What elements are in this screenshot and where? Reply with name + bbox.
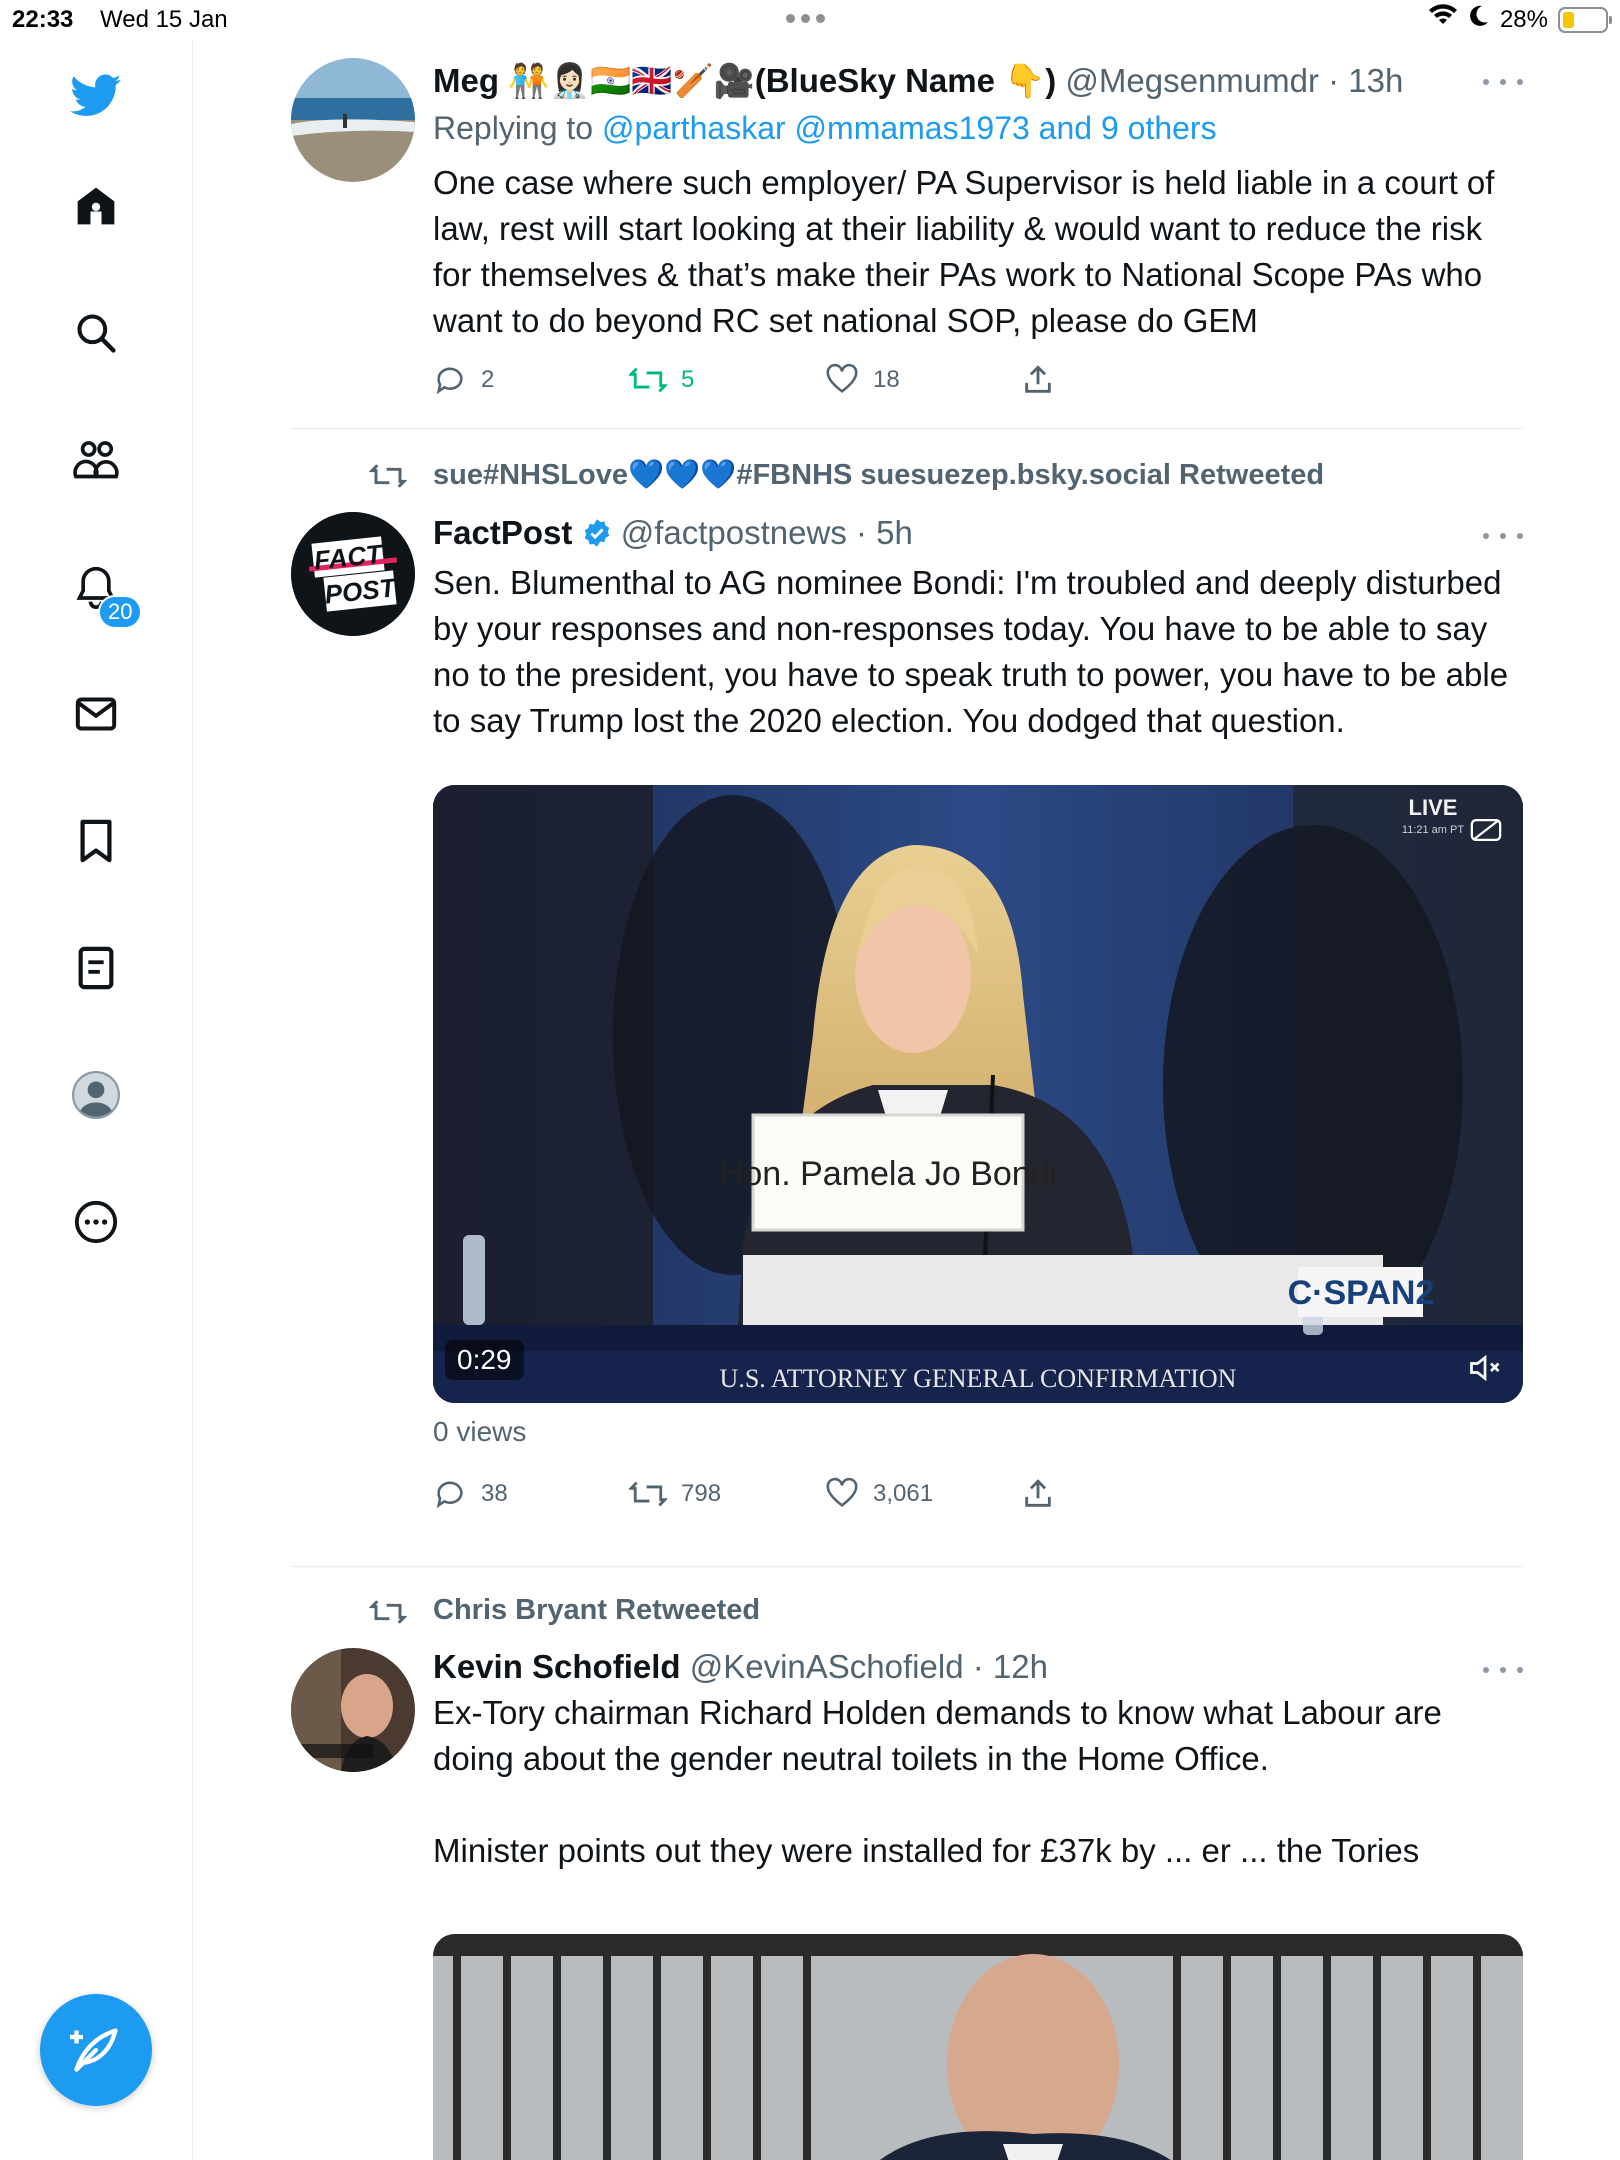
like-button[interactable]: 3,061	[825, 1477, 933, 1511]
live-time: 11:21 am PT	[1402, 824, 1464, 836]
tweet-text: One case where such employer/ PA Supervi…	[433, 164, 1504, 339]
communities-icon[interactable]	[66, 430, 126, 490]
tweet-time[interactable]: · 12h	[973, 1648, 1048, 1685]
tweet-actions: 2 5 18	[433, 360, 1523, 400]
tweet-time[interactable]: · 13h	[1328, 62, 1403, 99]
avatar-kevin-schofield[interactable]	[291, 1648, 415, 1772]
live-label: LIVE	[1409, 795, 1458, 820]
home-icon[interactable]	[66, 176, 126, 236]
tweet-factpost[interactable]: FACT POST FactPost @factpostnews · 5h Se…	[291, 510, 1523, 1570]
reply-count: 38	[481, 1480, 508, 1507]
retweeted-by-text: Chris Bryant Retweeted	[433, 1594, 761, 1626]
tweet-time[interactable]: · 5h	[856, 514, 913, 551]
tweet-more-icon[interactable]	[1483, 72, 1523, 92]
video-player[interactable]: Hon. Pamela Jo Bondi C·SPAN2 U.S. ATTORN…	[433, 785, 1523, 1403]
tweet-photo	[433, 1934, 1523, 2160]
tweet-meg[interactable]: Meg 🧑‍🤝‍🧑👩🏻‍⚕️🇮🇳🇬🇧🏏🎥(BlueSky Name 👇) @Me…	[291, 58, 1523, 428]
captions-icon[interactable]	[1469, 815, 1503, 845]
tweet-actions: 38 798 3,061	[433, 1474, 1523, 1514]
retweet-small-icon	[368, 1596, 408, 1636]
like-button[interactable]: 18	[825, 363, 900, 397]
bookmarks-icon[interactable]	[66, 811, 126, 871]
status-bar: 22:33 Wed 15 Jan 28%	[0, 0, 1620, 40]
tweet-text: Ex-Tory chairman Richard Holden demands …	[433, 1694, 1442, 1869]
video-duration: 0:29	[445, 1340, 524, 1380]
nameplate-text: Hon. Pamela Jo Bondi	[719, 1155, 1057, 1193]
view-count: 0 views	[433, 1416, 527, 1447]
twitter-logo-icon[interactable]	[66, 66, 126, 126]
tweet-header: FactPost @factpostnews · 5h	[433, 510, 1523, 560]
tweet-divider	[291, 1566, 1523, 1567]
tweet-text: Sen. Blumenthal to AG nominee Bondi: I'm…	[433, 564, 1518, 739]
moon-icon	[1468, 4, 1490, 35]
tweet-image[interactable]	[433, 1934, 1523, 2160]
chyron-text: U.S. ATTORNEY GENERAL CONFIRMATION	[720, 1364, 1237, 1393]
clock: 22:33	[12, 6, 74, 33]
tweet-header: Kevin Schofield @KevinASchofield · 12h	[433, 1644, 1523, 1690]
timeline[interactable]: Meg 🧑‍🤝‍🧑👩🏻‍⚕️🇮🇳🇬🇧🏏🎥(BlueSky Name 👇) @Me…	[193, 40, 1620, 2160]
share-button[interactable]	[1021, 363, 1055, 397]
avatar-meg[interactable]	[291, 58, 415, 182]
author-handle[interactable]: @factpostnews	[621, 514, 847, 551]
multitasking-dots[interactable]	[786, 14, 825, 23]
messages-envelope-icon[interactable]	[66, 684, 126, 744]
author-handle[interactable]: @KevinASchofield	[690, 1648, 964, 1685]
retweeted-by-line[interactable]: Chris Bryant Retweeted	[291, 1594, 1523, 1634]
tweet-more-icon[interactable]	[1483, 526, 1523, 546]
tweet-divider	[291, 428, 1523, 429]
retweet-small-icon	[368, 460, 408, 500]
battery-icon	[1558, 6, 1612, 33]
notification-count-badge: 20	[98, 595, 143, 629]
battery-percent: 28%	[1499, 5, 1548, 33]
tweet-header: Meg 🧑‍🤝‍🧑👩🏻‍⚕️🇮🇳🇬🇧🏏🎥(BlueSky Name 👇) @Me…	[433, 58, 1523, 104]
profile-avatar-icon[interactable]	[66, 1065, 126, 1125]
retweeted-by-text: sue#NHSLove💙💙💙#FBNHS suesuezep.bsky.soci…	[433, 459, 1325, 491]
video-frame: Hon. Pamela Jo Bondi C·SPAN2 U.S. ATTORN…	[433, 785, 1523, 1403]
like-count: 3,061	[873, 1480, 934, 1507]
reply-button[interactable]: 38	[433, 1477, 508, 1511]
author-handle[interactable]: @Megsenmumdr	[1065, 62, 1319, 99]
author-name[interactable]: Kevin Schofield	[433, 1648, 681, 1685]
verified-badge-icon	[582, 514, 612, 560]
sidebar: 20	[0, 40, 193, 2160]
retweeted-by-line[interactable]: sue#NHSLove💙💙💙#FBNHS suesuezep.bsky.soci…	[291, 458, 1523, 498]
like-count: 18	[873, 366, 900, 393]
reply-button[interactable]: 2	[433, 363, 494, 397]
retweet-button[interactable]: 798	[629, 1477, 721, 1511]
avatar-factpost[interactable]: FACT POST	[291, 512, 415, 636]
author-name[interactable]: Meg 🧑‍🤝‍🧑👩🏻‍⚕️🇮🇳🇬🇧🏏🎥(BlueSky Name 👇)	[433, 62, 1056, 99]
mute-icon[interactable]	[1467, 1350, 1503, 1386]
network-logo: C·SPAN2	[1288, 1274, 1435, 1312]
wifi-icon	[1428, 4, 1458, 35]
compose-tweet-button[interactable]	[40, 1994, 152, 2106]
reply-count: 2	[481, 366, 495, 393]
replying-to: Replying to @parthaskar @mmamas1973 and …	[433, 106, 1523, 150]
date: Wed 15 Jan	[100, 6, 228, 33]
tweet-more-icon[interactable]	[1483, 1660, 1523, 1680]
retweet-count: 798	[681, 1480, 722, 1507]
reply-mentions-link[interactable]: @parthaskar @mmamas1973 and 9 others	[602, 110, 1217, 146]
retweet-button[interactable]: 5	[629, 363, 694, 397]
share-button[interactable]	[1021, 1477, 1055, 1511]
author-name[interactable]: FactPost	[433, 514, 572, 551]
more-options-icon[interactable]	[66, 1192, 126, 1252]
reply-prefix: Replying to	[433, 110, 602, 146]
tweet-kevin-schofield[interactable]: Kevin Schofield @KevinASchofield · 12h E…	[291, 1644, 1523, 2160]
lists-icon[interactable]	[66, 938, 126, 998]
retweet-count: 5	[681, 366, 695, 393]
search-icon[interactable]	[66, 303, 126, 363]
